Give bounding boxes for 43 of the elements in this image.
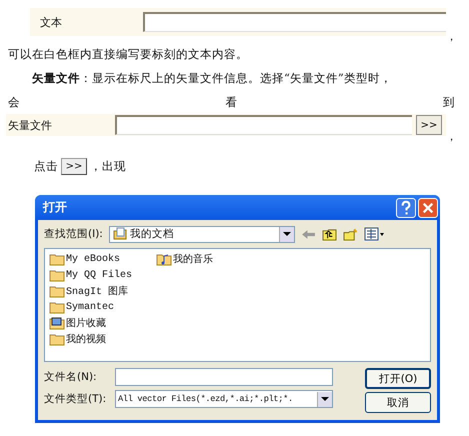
file-name-label: 文件名(N): bbox=[44, 370, 98, 384]
file-item[interactable]: Symantec bbox=[49, 299, 144, 315]
look-in-label: 查找范围(I): bbox=[44, 227, 103, 241]
folder-icon bbox=[49, 284, 65, 298]
dialog-button[interactable]: 打开(O) bbox=[365, 368, 431, 389]
folder-icon bbox=[49, 268, 65, 282]
file-type-dropdown[interactable]: All vector Files(*.ezd,*.ai;*.plt;*. bbox=[115, 390, 333, 408]
text-input-field[interactable] bbox=[143, 12, 446, 32]
file-item[interactable]: 图片收藏 bbox=[49, 315, 144, 331]
file-item[interactable]: My QQ Files bbox=[49, 267, 144, 283]
folder-icon bbox=[49, 300, 65, 314]
folder-icon bbox=[49, 332, 65, 346]
file-item[interactable]: 我的音乐 bbox=[156, 251, 251, 267]
pictures-folder-icon bbox=[49, 316, 65, 330]
file-item[interactable]: SnagIt 图库 bbox=[49, 283, 144, 299]
look-in-dropdown[interactable]: 我的文档 bbox=[108, 226, 295, 242]
browse-button[interactable]: >> bbox=[416, 115, 442, 135]
help-icon[interactable] bbox=[396, 198, 416, 218]
field-label: 矢量文件 bbox=[7, 118, 53, 132]
music-folder-icon bbox=[156, 252, 172, 266]
close-icon[interactable] bbox=[418, 198, 438, 218]
back-arrow-icon[interactable] bbox=[300, 228, 316, 240]
paragraph: 矢量文件：显示在标尺上的矢量文件信息。选择“矢量文件”类型时， bbox=[30, 70, 393, 87]
field-label: 文本 bbox=[39, 14, 63, 30]
vector-file-field[interactable] bbox=[115, 115, 412, 135]
up-folder-icon[interactable] bbox=[322, 228, 337, 240]
file-name-field[interactable] bbox=[115, 368, 333, 386]
folder-icon bbox=[49, 252, 65, 266]
view-menu-icon[interactable] bbox=[364, 227, 386, 241]
new-folder-icon[interactable] bbox=[342, 228, 358, 240]
instruction-text: ，出现 bbox=[90, 159, 126, 174]
paragraph: 可以在白色框内直接编写要标刻的文本内容。 bbox=[7, 46, 249, 63]
comma-text: ， bbox=[446, 32, 458, 42]
file-item[interactable]: 我的视频 bbox=[49, 331, 144, 347]
paragraph: 会看到 bbox=[7, 94, 456, 111]
comma-text: ， bbox=[446, 132, 458, 142]
instruction-text: 点击 bbox=[34, 159, 58, 174]
documents-folder-icon bbox=[112, 227, 127, 241]
window-title: 打开 bbox=[42, 199, 68, 216]
dialog-button[interactable]: 取消 bbox=[365, 392, 431, 413]
file-item[interactable]: My eBooks bbox=[49, 251, 144, 267]
file-type-label: 文件类型(T): bbox=[44, 392, 108, 406]
browse-button[interactable]: >> bbox=[61, 158, 87, 175]
